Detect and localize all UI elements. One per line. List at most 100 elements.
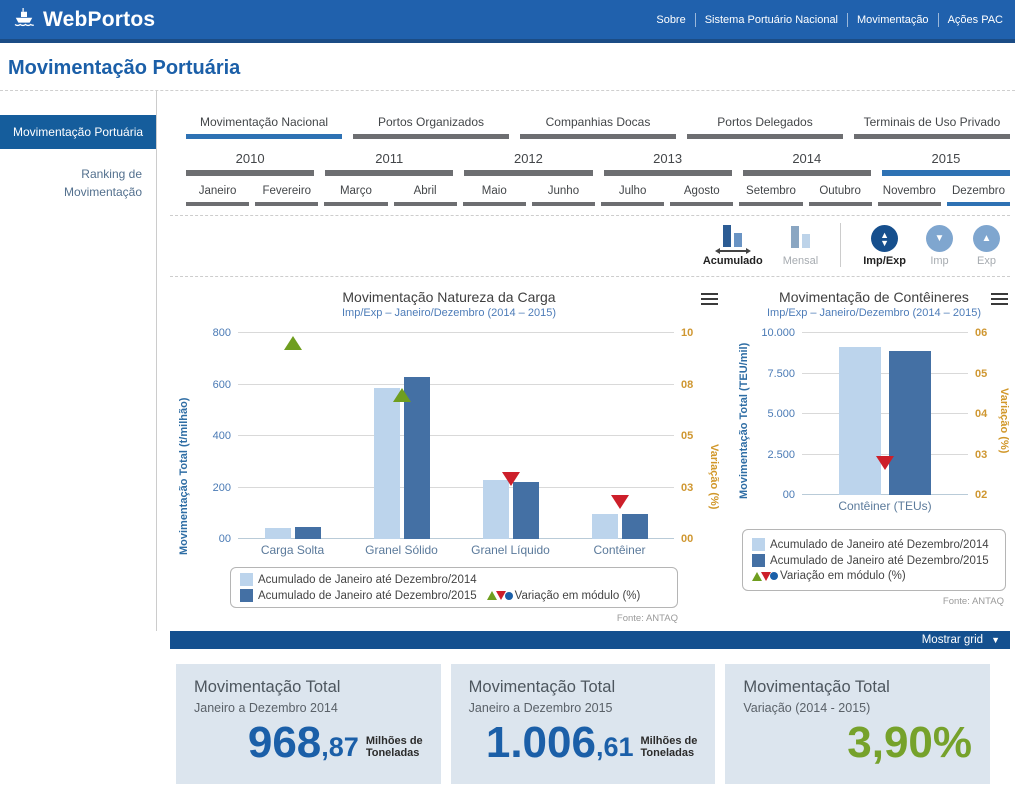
year-tab-2015[interactable]: 2015 — [882, 151, 1010, 176]
y-tick: 600 — [213, 379, 231, 391]
month-tabs: Janeiro Fevereiro Março Abril Maio Junho Julho… — [186, 185, 1010, 206]
y-tick: 00 — [783, 489, 795, 501]
month-tab-maio[interactable]: Maio — [463, 185, 526, 206]
month-tab-novembro[interactable]: Novembro — [878, 185, 941, 206]
legend-item-variation[interactable]: Variação em módulo (%) — [487, 589, 641, 602]
nav-link-sobre[interactable]: Sobre — [656, 14, 685, 26]
x-axis-labels: Contêiner (TEUs) — [802, 499, 968, 513]
nav-link-sistema-portuario-nacional[interactable]: Sistema Portuário Nacional — [705, 14, 838, 26]
variation-marker — [393, 388, 411, 402]
bar-groups — [802, 333, 968, 495]
month-tab-fevereiro[interactable]: Fevereiro — [255, 185, 318, 206]
plot-area: 00022.500035.000047.5000510.00006 — [802, 333, 968, 495]
nav-separator — [695, 13, 696, 27]
chart-menu-icon[interactable] — [991, 290, 1008, 308]
page-title: Movimentação Portuária — [8, 57, 1007, 80]
legend-item[interactable]: Acumulado de Janeiro até Dezembro/2014 — [240, 573, 477, 586]
nav-link-movimentacao[interactable]: Movimentação — [857, 14, 929, 26]
year-tab-2012[interactable]: 2012 — [464, 151, 592, 176]
year-tab-2011[interactable]: 2011 — [325, 151, 453, 176]
sidebar-item-ranking-de-movimentacao[interactable]: Ranking de Movimentação — [0, 149, 156, 201]
month-tab-outubro[interactable]: Outubro — [809, 185, 872, 206]
tab-portos-delegados[interactable]: Portos Delegados — [687, 115, 843, 139]
y2-tick: 03 — [975, 449, 987, 461]
exp-button[interactable]: ▲ Exp — [973, 225, 1000, 267]
card-variacao: Movimentação Total Variação (2014 - 2015… — [725, 664, 990, 784]
chart-natureza-da-carga: Movimentação Natureza da Carga Imp/Exp –… — [178, 289, 738, 624]
bar-group-granel-solido — [347, 333, 456, 539]
x-label: Contêiner — [565, 543, 674, 557]
imp-exp-icon: ▲▼ — [871, 225, 898, 252]
chart-title: Movimentação de Contêineres — [738, 289, 1010, 305]
plot-area: 000020003400056000880010 — [238, 333, 674, 539]
month-tab-agosto[interactable]: Agosto — [670, 185, 733, 206]
y-tick: 5.000 — [767, 408, 795, 420]
year-tab-2013[interactable]: 2013 — [604, 151, 732, 176]
x-label: Granel Líquido — [456, 543, 565, 557]
chart-menu-icon[interactable] — [701, 290, 718, 308]
month-tab-julho[interactable]: Julho — [601, 185, 664, 206]
page-title-bar: Movimentação Portuária — [0, 43, 1015, 91]
variation-marker — [611, 495, 629, 509]
monthly-bars-icon — [791, 224, 810, 248]
variation-marker — [502, 472, 520, 486]
variation-marker — [284, 336, 302, 350]
axis-arrow-icon — [719, 250, 747, 252]
acumulado-button[interactable]: Acumulado — [703, 223, 763, 267]
bar-groups — [238, 333, 674, 539]
y-tick: 2.500 — [767, 449, 795, 461]
y-tick: 800 — [213, 327, 231, 339]
legend-item[interactable]: Acumulado de Janeiro até Dezembro/2015 — [240, 589, 477, 602]
legend-item[interactable]: Acumulado de Janeiro até Dezembro/2014 — [752, 538, 996, 551]
imp-icon: ▼ — [926, 225, 953, 252]
bar — [513, 482, 539, 539]
tab-companhias-docas[interactable]: Companhias Docas — [520, 115, 676, 139]
y2-tick: 04 — [975, 408, 987, 420]
y2-tick: 06 — [975, 327, 987, 339]
y2-axis-label: Variação (%) — [998, 329, 1010, 513]
year-tab-2014[interactable]: 2014 — [743, 151, 871, 176]
imp-exp-button[interactable]: ▲▼ Imp/Exp — [863, 225, 906, 267]
card-value: 3,90% — [847, 725, 972, 761]
y-tick: 400 — [213, 430, 231, 442]
y2-tick: 02 — [975, 489, 987, 501]
month-tab-dezembro[interactable]: Dezembro — [947, 185, 1010, 206]
imp-button[interactable]: ▼ Imp — [926, 225, 953, 267]
y-tick: 00 — [219, 533, 231, 545]
y2-tick: 05 — [975, 368, 987, 380]
accumulated-bars-icon — [723, 223, 742, 247]
bar-group-conteiner — [565, 333, 674, 539]
month-tab-setembro[interactable]: Setembro — [739, 185, 802, 206]
bar — [483, 480, 509, 539]
mostrar-grid-toggle[interactable]: Mostrar grid ▼ — [170, 631, 1010, 649]
bar-group-conteiner-teus — [802, 333, 968, 495]
legend-swatch — [240, 589, 253, 602]
summary-cards: Movimentação Total Janeiro a Dezembro 20… — [176, 664, 990, 784]
month-tab-junho[interactable]: Junho — [532, 185, 595, 206]
month-tab-marco[interactable]: Março — [324, 185, 387, 206]
brand-logo[interactable]: WebPortos — [12, 5, 155, 34]
y-tick: 7.500 — [767, 368, 795, 380]
dot-icon — [505, 592, 513, 600]
chart-legend: Acumulado de Janeiro até Dezembro/2014 Ac… — [742, 529, 1006, 591]
nav-separator — [938, 13, 939, 27]
nav-link-acoes-pac[interactable]: Ações PAC — [948, 14, 1003, 26]
tab-terminais-de-uso-privado[interactable]: Terminais de Uso Privado — [854, 115, 1010, 139]
month-tab-abril[interactable]: Abril — [394, 185, 457, 206]
bar — [374, 388, 400, 539]
exp-icon: ▲ — [973, 225, 1000, 252]
legend-item-variation[interactable]: Variação em módulo (%) — [752, 570, 996, 582]
sidebar-item-movimentacao-portuaria[interactable]: Movimentação Portuária — [0, 115, 156, 149]
bar — [889, 351, 931, 495]
sidebar: Movimentação Portuária Ranking de Movime… — [0, 91, 157, 631]
year-tab-2010[interactable]: 2010 — [186, 151, 314, 176]
bar-group-carga-solta — [238, 333, 347, 539]
legend-item[interactable]: Acumulado de Janeiro até Dezembro/2015 — [752, 554, 996, 567]
y-axis-label: Movimentação Total (TEU/mil) — [738, 329, 750, 513]
mensal-button[interactable]: Mensal — [783, 224, 818, 267]
year-tabs: 2010 2011 2012 2013 2014 2015 — [186, 151, 1010, 176]
tab-portos-organizados[interactable]: Portos Organizados — [353, 115, 509, 139]
toolbar-divider — [840, 223, 841, 267]
month-tab-janeiro[interactable]: Janeiro — [186, 185, 249, 206]
tab-movimentacao-nacional[interactable]: Movimentação Nacional — [186, 115, 342, 139]
